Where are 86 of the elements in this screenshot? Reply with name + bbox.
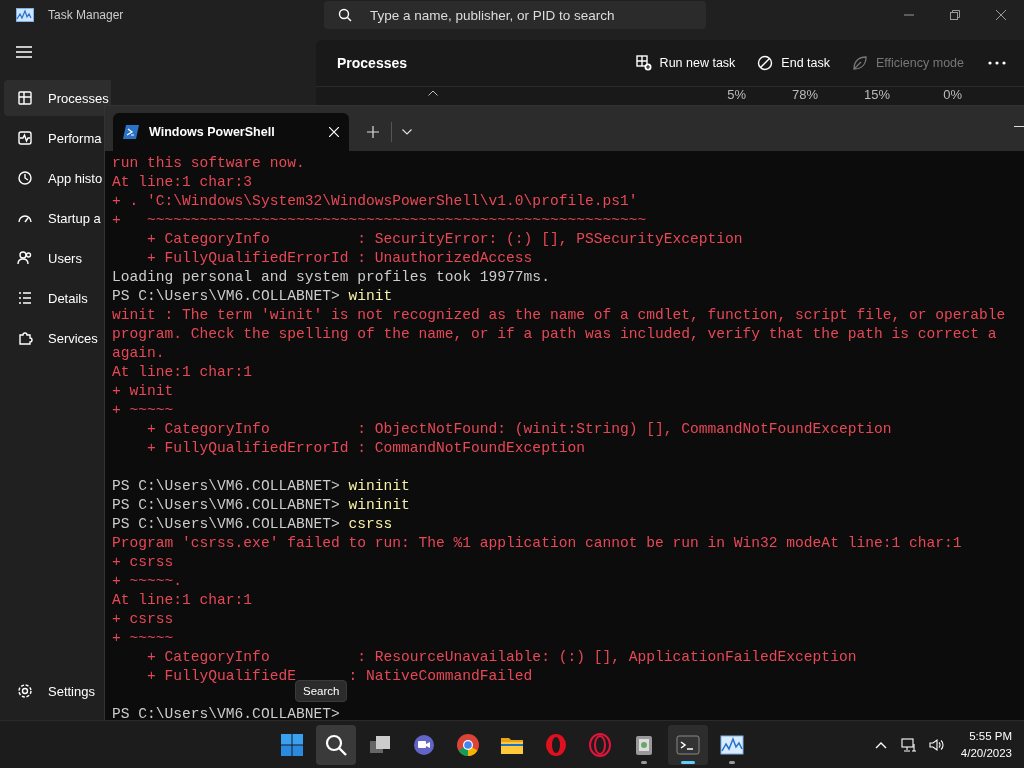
leaf-icon	[852, 55, 868, 71]
sidebar-item[interactable]: Processes	[4, 80, 111, 116]
error-text: At line:1 char:1	[112, 591, 253, 610]
chevron-down-icon[interactable]	[402, 129, 412, 135]
column-header[interactable]: 5%	[674, 87, 746, 102]
chat-bubble-icon	[412, 732, 436, 757]
puzzle-icon	[17, 330, 33, 346]
prompt-text: PS C:\Users\VM6.COLLABNET>	[112, 477, 341, 496]
volume-icon[interactable]	[928, 736, 945, 753]
search-field[interactable]: Type a name, publisher, or PID to search	[324, 1, 706, 29]
list-icon	[17, 290, 33, 306]
error-text: again.	[112, 344, 165, 363]
window-title: Task Manager	[48, 8, 125, 22]
ring-icon	[588, 732, 612, 757]
processes-icon	[17, 90, 33, 106]
error-text: + csrss	[112, 553, 174, 572]
error-text: + CategoryInfo : ObjectNotFound: (winit:String) [], CommandNotFoundException	[146, 420, 892, 439]
menu-icon[interactable]	[16, 45, 32, 59]
command-text: wininit	[348, 496, 410, 515]
error-text: winit : The term 'winit' is not recognized as the name of a cmdlet, function, script file, or operable	[112, 306, 1006, 325]
powershell-icon	[123, 125, 139, 139]
error-text: : NativeCommandFailed	[348, 667, 533, 686]
command-text: winit	[348, 287, 393, 306]
clock-date[interactable]: 4/20/2023	[960, 744, 1012, 762]
error-text: + ~~~~~	[112, 401, 174, 420]
history-icon	[17, 170, 33, 186]
prompt-text: PS C:\Users\VM6.COLLABNET>	[112, 287, 341, 306]
sidebar-item[interactable]: Settings	[4, 673, 104, 709]
activity-icon	[17, 130, 33, 146]
output-text: Loading personal and system profiles took 19977ms.	[112, 268, 550, 287]
error-text: + CategoryInfo : ResourceUnavailable: (:) [], ApplicationFailedException	[146, 648, 857, 667]
error-text: + FullyQualifiedErrorId : CommandNotFoundException	[146, 439, 585, 458]
terminal-tab[interactable]: Windows PowerShell	[113, 113, 349, 151]
column-header[interactable]: 78%	[746, 87, 818, 102]
browser-icon	[456, 732, 480, 757]
chart-icon	[720, 732, 744, 757]
sidebar-item[interactable]: Users	[4, 240, 104, 276]
error-text: Program 'csrss.exe' failed to run: The %1 application cannot be run in Win32 modeAt line:1 char:1	[112, 534, 962, 553]
restore-icon[interactable]	[950, 10, 960, 20]
error-text: + ~~~~~~~~~~~~~~~~~~~~~~~~~~~~~~~~~~~~~~~~~~~~~~~~~~~~~~~~~	[112, 211, 647, 230]
run-task-icon	[635, 55, 652, 71]
error-text: + ~~~~~	[112, 629, 174, 648]
prompt-text: PS C:\Users\VM6.COLLABNET>	[112, 496, 341, 515]
close-icon[interactable]	[996, 10, 1006, 20]
network-icon[interactable]	[900, 736, 917, 753]
settings-icon	[17, 683, 33, 699]
taskbar-button[interactable]	[668, 724, 708, 765]
error-text: At line:1 char:1	[112, 363, 253, 382]
toolbar-button[interactable]: End task	[749, 51, 838, 75]
error-text: program. Check the spelling of the name, or if a path was included, verify that the path is correct a	[112, 325, 997, 344]
column-header[interactable]: 15%	[818, 87, 890, 102]
users-icon	[17, 250, 33, 266]
sidebar-item[interactable]: Startup a	[4, 200, 104, 236]
toolbar-button[interactable]: Run new task	[627, 51, 744, 75]
plus-icon[interactable]	[367, 126, 379, 138]
tooltip: Search	[295, 680, 348, 702]
chart-icon	[16, 8, 34, 22]
taskbar-button[interactable]	[316, 724, 356, 765]
sidebar-item[interactable]: Performa	[4, 120, 104, 156]
prohibited-icon	[757, 55, 774, 71]
error-text: run this software now.	[112, 154, 305, 173]
error-text: + csrss	[112, 610, 174, 629]
sort-caret-icon[interactable]	[428, 90, 438, 96]
command-text: wininit	[348, 477, 410, 496]
error-text: + FullyQualifiedErrorId : UnauthorizedAccess	[146, 249, 533, 268]
error-text: At line:1 char:3	[112, 173, 253, 192]
error-text: + FullyQualifiedE	[146, 667, 296, 686]
error-text: + . 'C:\Windows\System32\WindowsPowerShell\v1.0\profile.ps1'	[112, 192, 638, 211]
search-icon	[338, 8, 352, 22]
windows-logo-icon	[280, 732, 304, 757]
page-title: Processes	[337, 55, 409, 71]
o-logo-icon	[544, 732, 568, 757]
clock-time[interactable]: 5:55 PM	[969, 727, 1012, 745]
search-icon	[324, 732, 348, 757]
sidebar-item[interactable]: App histo	[4, 160, 105, 196]
command-text: csrss	[348, 515, 393, 534]
more-icon[interactable]	[988, 61, 1006, 65]
error-text: + ~~~~~.	[112, 572, 183, 591]
prompt-text: PS C:\Users\VM6.COLLABNET>	[112, 705, 341, 720]
error-text: + winit	[112, 382, 174, 401]
sidebar-item[interactable]: Details	[4, 280, 104, 316]
error-text: + CategoryInfo : SecurityError: (:) [], PSSecurityException	[146, 230, 743, 249]
prompt-text: PS C:\Users\VM6.COLLABNET>	[112, 515, 341, 534]
sidebar-item[interactable]: Services	[4, 320, 104, 356]
terminal-icon	[676, 732, 700, 757]
column-header[interactable]: 0%	[890, 87, 962, 102]
